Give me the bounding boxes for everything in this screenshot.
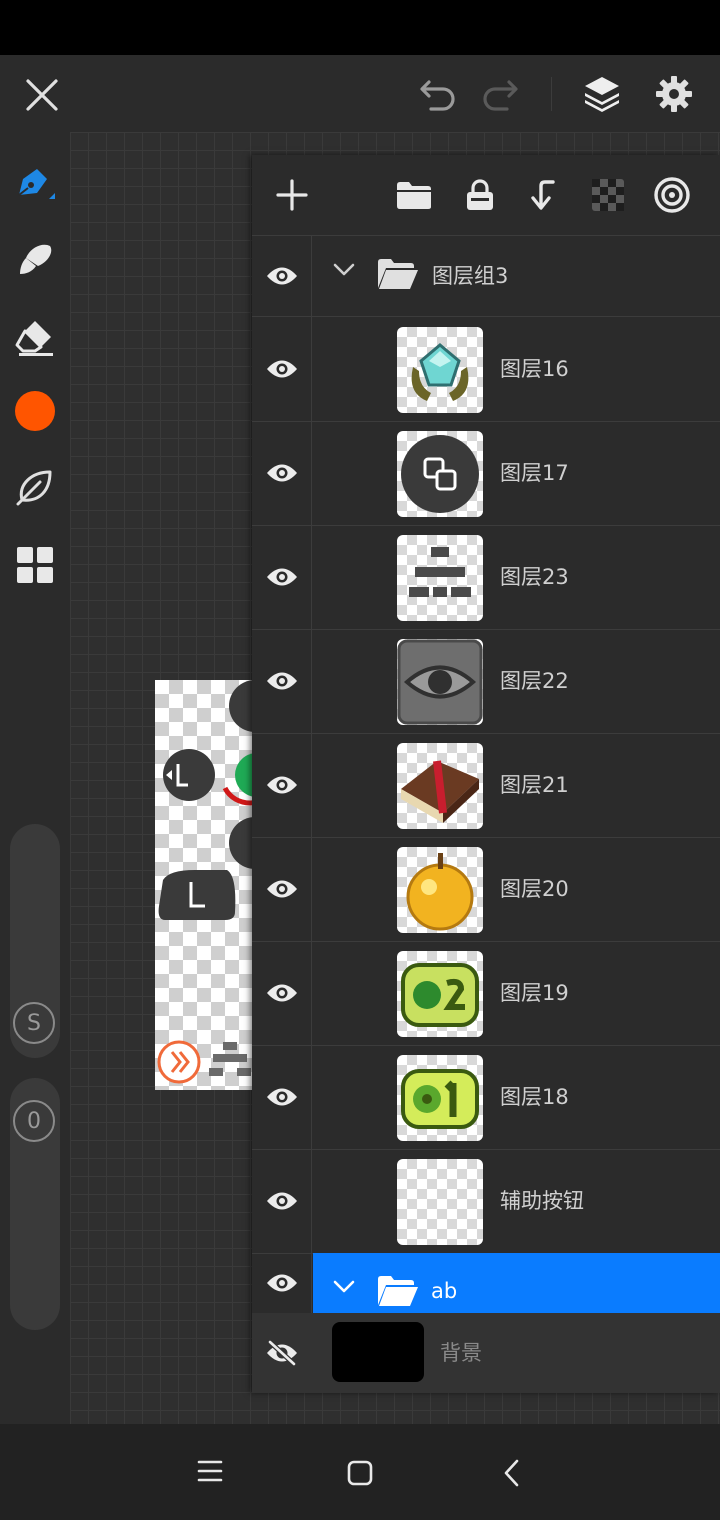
color-swatch[interactable]	[10, 386, 60, 436]
merge-down-icon[interactable]	[524, 175, 564, 215]
layers-icon[interactable]	[578, 71, 626, 117]
layer-row[interactable]: 图层16	[252, 317, 720, 422]
plus-icon[interactable]	[272, 175, 312, 215]
layer-row[interactable]: 图层22	[252, 629, 720, 734]
system-nav-bar	[0, 1424, 720, 1520]
close-icon[interactable]	[20, 73, 64, 117]
home-icon[interactable]	[345, 1458, 375, 1492]
eye-icon[interactable]	[252, 733, 312, 837]
layers-toolbar	[252, 155, 720, 236]
layer-thumbnail	[397, 951, 483, 1037]
gear-icon[interactable]	[650, 71, 698, 117]
layer-thumbnail	[397, 327, 483, 413]
layer-thumbnail	[397, 639, 483, 725]
opacity-badge: 0	[13, 1100, 55, 1142]
folder-open-icon	[376, 1273, 420, 1313]
layer-group-row-selected[interactable]: ab	[252, 1253, 720, 1313]
layer-thumbnail	[397, 847, 483, 933]
tool-bar: S 0	[0, 132, 70, 1424]
layer-name: 图层18	[500, 1085, 569, 1109]
layers-panel: 图层组3 图层16 图层17 图层23 图层22 图层21 图层20 图层19 …	[252, 155, 720, 1393]
checker-icon[interactable]	[588, 175, 628, 215]
leaf-icon[interactable]	[10, 462, 60, 512]
status-bar	[0, 0, 720, 55]
brush-icon[interactable]	[10, 234, 60, 284]
layer-name: 图层21	[500, 773, 569, 797]
layer-row[interactable]: 图层20	[252, 837, 720, 942]
eye-icon[interactable]	[252, 236, 312, 316]
chevron-down-icon[interactable]	[332, 1279, 356, 1299]
layer-row[interactable]: 图层17	[252, 421, 720, 526]
eye-icon[interactable]	[252, 1253, 312, 1313]
size-badge: S	[13, 1002, 55, 1044]
layer-row[interactable]: 图层18	[252, 1045, 720, 1150]
layer-row[interactable]: 图层23	[252, 525, 720, 630]
eye-icon[interactable]	[252, 421, 312, 525]
folder-icon[interactable]	[394, 175, 434, 215]
eye-hidden-icon[interactable]	[252, 1313, 312, 1393]
eye-icon[interactable]	[252, 525, 312, 629]
grid-icon[interactable]	[10, 540, 60, 590]
layer-thumbnail	[397, 1055, 483, 1141]
layer-name: 图层23	[500, 565, 569, 589]
layer-group-row[interactable]: 图层组3	[252, 236, 720, 317]
layer-row[interactable]: 图层21	[252, 733, 720, 838]
layer-name: 图层20	[500, 877, 569, 901]
eye-icon[interactable]	[252, 1045, 312, 1149]
layer-name: 辅助按钮	[500, 1189, 584, 1213]
pen-icon[interactable]	[10, 158, 60, 208]
layer-row[interactable]: 辅助按钮	[252, 1149, 720, 1254]
lock-icon[interactable]	[460, 175, 500, 215]
back-icon[interactable]	[498, 1458, 528, 1492]
layer-name: 图层19	[500, 981, 569, 1005]
selection-highlight: ab	[313, 1253, 720, 1313]
eye-icon[interactable]	[252, 317, 312, 421]
layer-thumbnail	[397, 1159, 483, 1245]
target-icon[interactable]	[652, 175, 692, 215]
chevron-down-icon[interactable]	[332, 262, 356, 282]
menu-icon[interactable]	[195, 1458, 225, 1488]
layer-thumbnail	[397, 743, 483, 829]
divider	[551, 77, 552, 111]
eye-icon[interactable]	[252, 941, 312, 1045]
group-name: 图层组3	[432, 264, 509, 288]
layer-name: 图层22	[500, 669, 569, 693]
layer-thumbnail	[397, 431, 483, 517]
eye-icon[interactable]	[252, 629, 312, 733]
top-bar	[0, 55, 720, 132]
layer-name: 背景	[440, 1341, 482, 1365]
layer-name: 图层17	[500, 461, 569, 485]
eye-icon[interactable]	[252, 837, 312, 941]
redo-icon[interactable]	[478, 73, 524, 117]
background-layer-row[interactable]: 背景	[252, 1313, 720, 1393]
undo-icon[interactable]	[414, 73, 460, 117]
background-thumbnail	[332, 1322, 424, 1382]
eye-icon[interactable]	[252, 1149, 312, 1253]
group-name: ab	[431, 1279, 458, 1303]
layer-name: 图层16	[500, 357, 569, 381]
layer-row[interactable]: 图层19	[252, 941, 720, 1046]
eraser-icon[interactable]	[10, 312, 60, 362]
folder-open-icon	[376, 256, 420, 296]
layer-thumbnail	[397, 535, 483, 621]
